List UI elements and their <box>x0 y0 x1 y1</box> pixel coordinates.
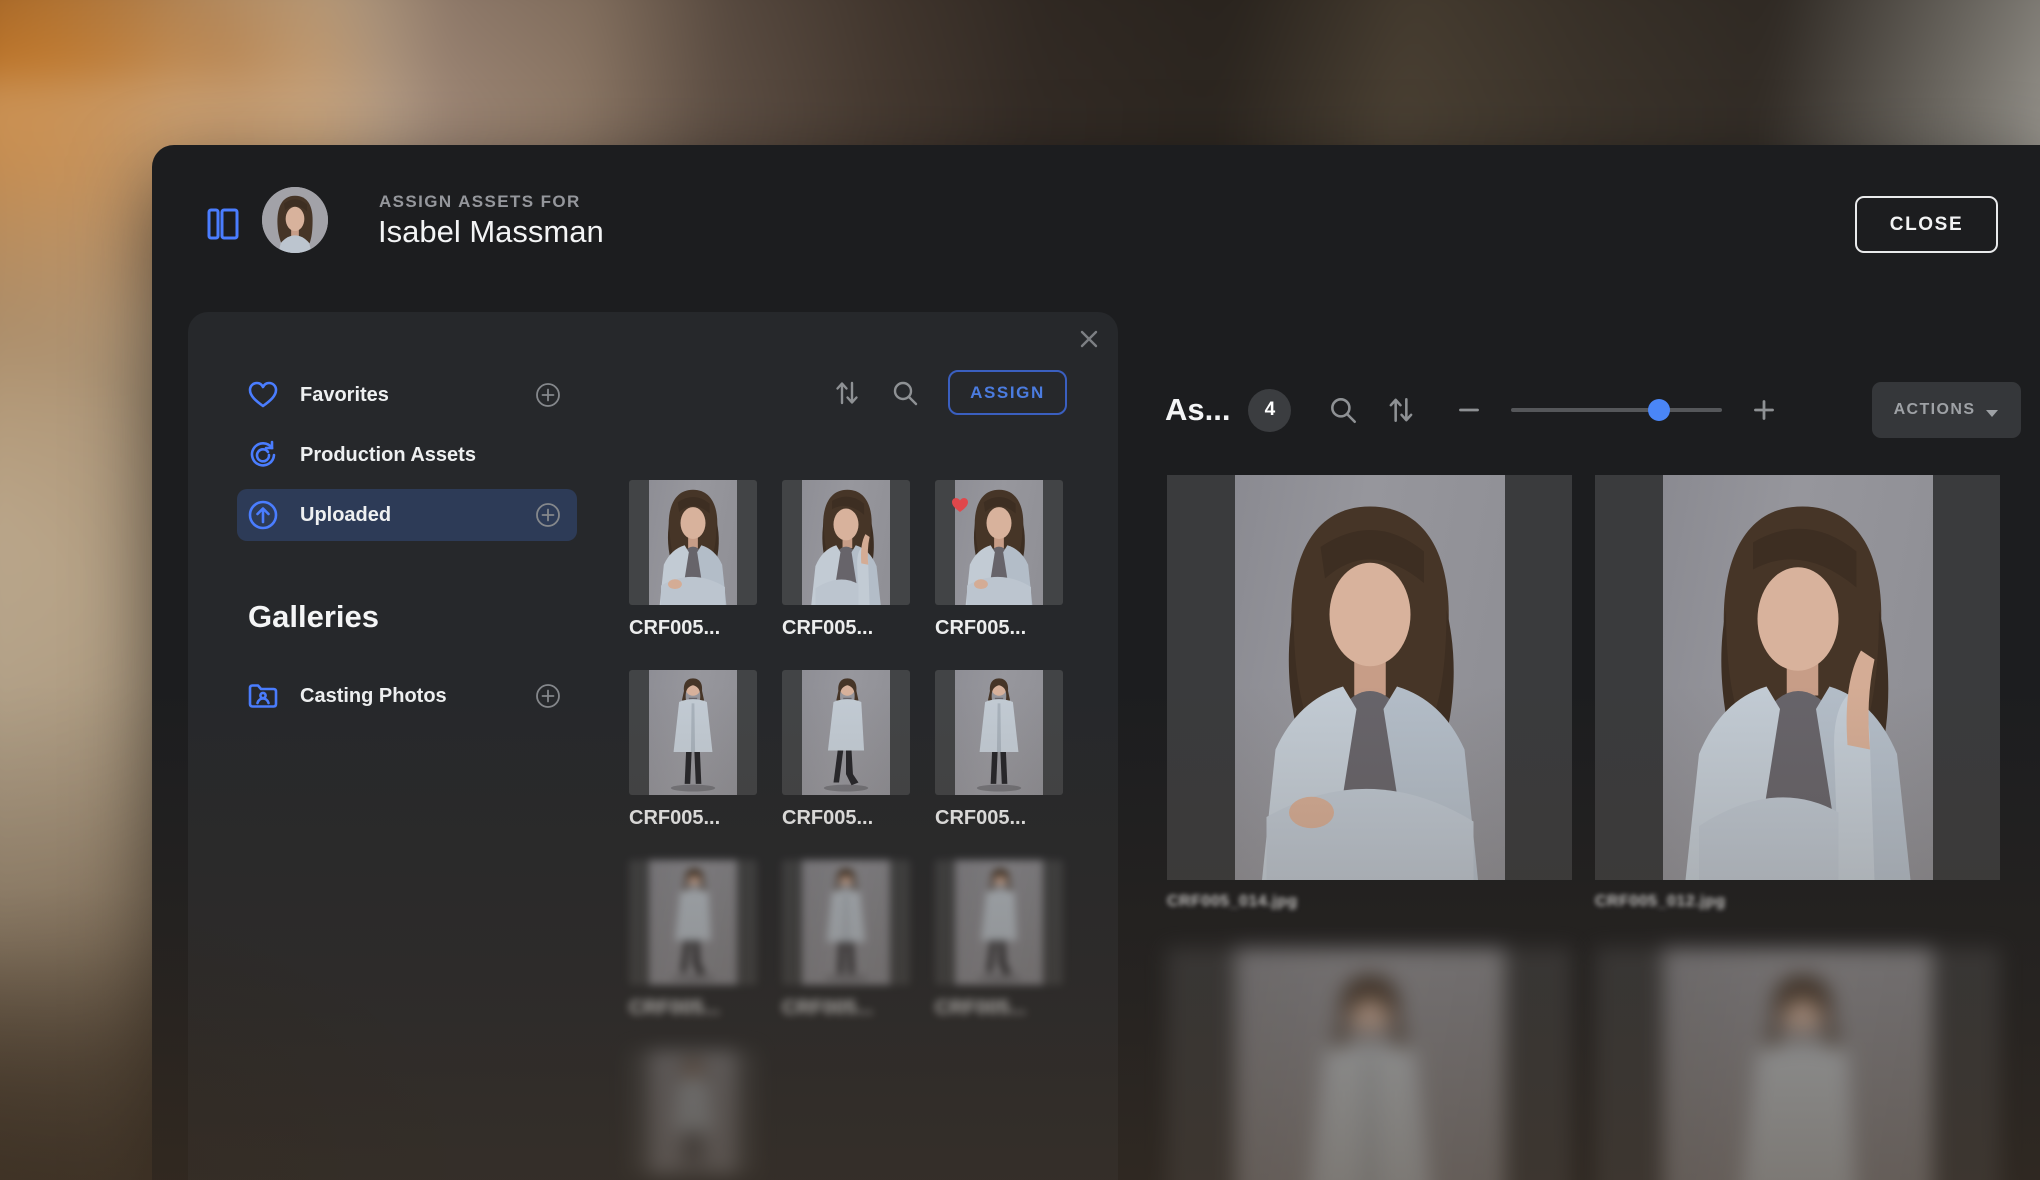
photo-image <box>1663 948 1933 1180</box>
thumbnail-image <box>955 670 1043 795</box>
zoom-slider-thumb[interactable] <box>1648 399 1670 421</box>
thumbnail-image <box>649 480 737 605</box>
zoom-out-icon[interactable] <box>1453 394 1485 426</box>
thumbnail-label: CRF005... <box>629 617 757 640</box>
photo-item[interactable]: CRF005_012.jpg <box>1595 475 2000 948</box>
assign-assets-modal: ASSIGN ASSETS FOR Isabel Massman CLOSE F… <box>152 145 2040 1180</box>
thumbnail-image <box>649 860 737 985</box>
heart-icon <box>246 378 280 412</box>
zoom-slider-track <box>1511 408 1722 412</box>
thumbnail-item[interactable]: CRF005... <box>935 480 1063 670</box>
thumbnail-item[interactable] <box>629 1050 757 1180</box>
photo-item[interactable]: CRF005_014.jpg <box>1167 475 1572 948</box>
actions-button[interactable]: ACTIONS <box>1872 382 2021 438</box>
photo-image <box>1235 948 1505 1180</box>
sidebar-item-label: Production Assets <box>300 444 476 467</box>
sidebar-item-production-assets[interactable]: Production Assets <box>237 429 577 481</box>
search-icon[interactable] <box>1327 394 1359 426</box>
thumbnail-label: CRF005... <box>935 617 1063 640</box>
sidebar-item-label: Uploaded <box>300 504 391 527</box>
thumbnail-image <box>649 1050 737 1175</box>
gallery-list: Casting Photos <box>237 670 577 730</box>
thumbnail-item[interactable]: CRF005... <box>629 480 757 670</box>
gallery-folder-icon <box>246 679 280 713</box>
browser-toolbar: As... 4 <box>1165 380 2021 440</box>
favorite-heart-icon <box>950 495 970 515</box>
thumbnail-label: CRF005... <box>782 807 910 830</box>
thumbnail-label: CRF005... <box>629 997 757 1020</box>
search-icon[interactable] <box>890 378 920 408</box>
thumbnail-image <box>802 860 890 985</box>
photo-filename: CRF005_014.jpg <box>1167 893 1572 911</box>
collections-panel: Favorites Produ <box>188 312 1118 1180</box>
sidebar-item-label: Casting Photos <box>300 685 447 708</box>
thumbnail-image <box>649 670 737 795</box>
browser-title: As... <box>1165 392 1230 428</box>
panel-thumbnail-grid: CRF005... CRF005... CRF005... <box>629 480 1099 1180</box>
screen: ASSIGN ASSETS FOR Isabel Massman CLOSE F… <box>0 0 2040 1180</box>
sync-icon <box>246 438 280 472</box>
thumbnail-item[interactable]: CRF005... <box>935 860 1063 1050</box>
thumbnail-image <box>955 860 1043 985</box>
zoom-in-icon[interactable] <box>1748 394 1780 426</box>
thumbnail-image <box>802 480 890 605</box>
thumbnail-item[interactable]: CRF005... <box>629 670 757 860</box>
sidebar-item-uploaded[interactable]: Uploaded <box>237 489 577 541</box>
add-to-favorites-icon[interactable] <box>533 380 563 410</box>
add-to-uploaded-icon[interactable] <box>533 500 563 530</box>
sidebar-item-label: Favorites <box>300 384 389 407</box>
thumbnail-image <box>802 670 890 795</box>
sort-icon[interactable] <box>1385 394 1417 426</box>
photo-item[interactable] <box>1167 948 1572 1180</box>
photo-item[interactable] <box>1595 948 2000 1180</box>
sidebar-item-casting-photos[interactable]: Casting Photos <box>237 670 577 722</box>
thumbnail-label: CRF005... <box>935 997 1063 1020</box>
thumbnail-label: CRF005... <box>935 807 1063 830</box>
avatar <box>262 187 328 253</box>
zoom-slider[interactable] <box>1511 399 1722 421</box>
asset-browser: As... 4 <box>1165 145 2040 1180</box>
page-title: Isabel Massman <box>378 214 604 250</box>
sort-icon[interactable] <box>832 378 862 408</box>
thumbnail-item[interactable]: CRF005... <box>629 860 757 1050</box>
panel-toolbar: ASSIGN <box>832 370 1067 415</box>
photo-grid: CRF005_014.jpg CRF005_012.jpg <box>1167 475 2023 1180</box>
photo-filename: CRF005_012.jpg <box>1595 893 2000 911</box>
sidebar-toggle-icon[interactable] <box>206 207 240 241</box>
thumbnail-label: CRF005... <box>782 617 910 640</box>
thumbnail-item[interactable]: CRF005... <box>935 670 1063 860</box>
count-badge: 4 <box>1248 389 1291 432</box>
photo-image <box>1235 475 1505 880</box>
photo-image <box>1663 475 1933 880</box>
modal-eyebrow: ASSIGN ASSETS FOR <box>379 192 581 212</box>
assign-button[interactable]: ASSIGN <box>948 370 1067 415</box>
thumbnail-item[interactable]: CRF005... <box>782 670 910 860</box>
actions-label: ACTIONS <box>1894 401 1976 419</box>
sidebar-item-favorites[interactable]: Favorites <box>237 369 577 421</box>
thumbnail-label: CRF005... <box>782 997 910 1020</box>
thumbnail-item[interactable]: CRF005... <box>782 480 910 670</box>
panel-close-icon[interactable] <box>1074 324 1104 354</box>
upload-icon <box>246 498 280 532</box>
chevron-down-icon <box>1985 405 1999 415</box>
galleries-heading: Galleries <box>248 599 379 635</box>
thumbnail-label: CRF005... <box>629 807 757 830</box>
thumbnail-item[interactable]: CRF005... <box>782 860 910 1050</box>
add-to-gallery-icon[interactable] <box>533 681 563 711</box>
collection-list: Favorites Produ <box>237 369 577 549</box>
